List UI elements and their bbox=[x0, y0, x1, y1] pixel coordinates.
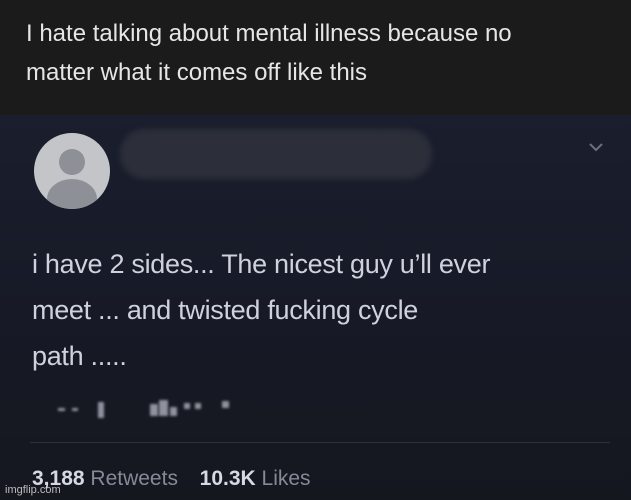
likes-label[interactable]: Likes bbox=[262, 467, 311, 490]
avatar-head bbox=[59, 149, 85, 175]
retweets-label[interactable]: Retweets bbox=[90, 467, 178, 490]
divider bbox=[30, 442, 610, 443]
tweet-stats: 3,188 Retweets 10.3K Likes bbox=[32, 466, 311, 492]
avatar-body bbox=[47, 179, 97, 209]
tweet-text: i have 2 sides... The nicest guy u’ll ev… bbox=[32, 241, 602, 379]
post-caption: I hate talking about mental illness beca… bbox=[0, 0, 631, 115]
tweet-screenshot: i have 2 sides... The nicest guy u’ll ev… bbox=[0, 115, 631, 500]
tweet-text-line-1: i have 2 sides... The nicest guy u’ll ev… bbox=[32, 249, 491, 279]
default-avatar-icon bbox=[34, 133, 110, 209]
tweet-text-line-3: path ..... bbox=[32, 341, 127, 371]
chevron-down-icon[interactable] bbox=[588, 141, 604, 153]
caption-line-1: I hate talking about mental illness beca… bbox=[26, 20, 512, 47]
imgflip-watermark: imgflip.com bbox=[5, 484, 61, 496]
redacted-timestamp bbox=[58, 398, 258, 420]
caption-line-2: matter what it comes off like this bbox=[26, 59, 368, 86]
likes-count[interactable]: 10.3K bbox=[200, 467, 256, 490]
tweet-text-line-2: meet ... and twisted fucking cycle bbox=[32, 295, 418, 325]
redacted-username bbox=[120, 129, 432, 179]
